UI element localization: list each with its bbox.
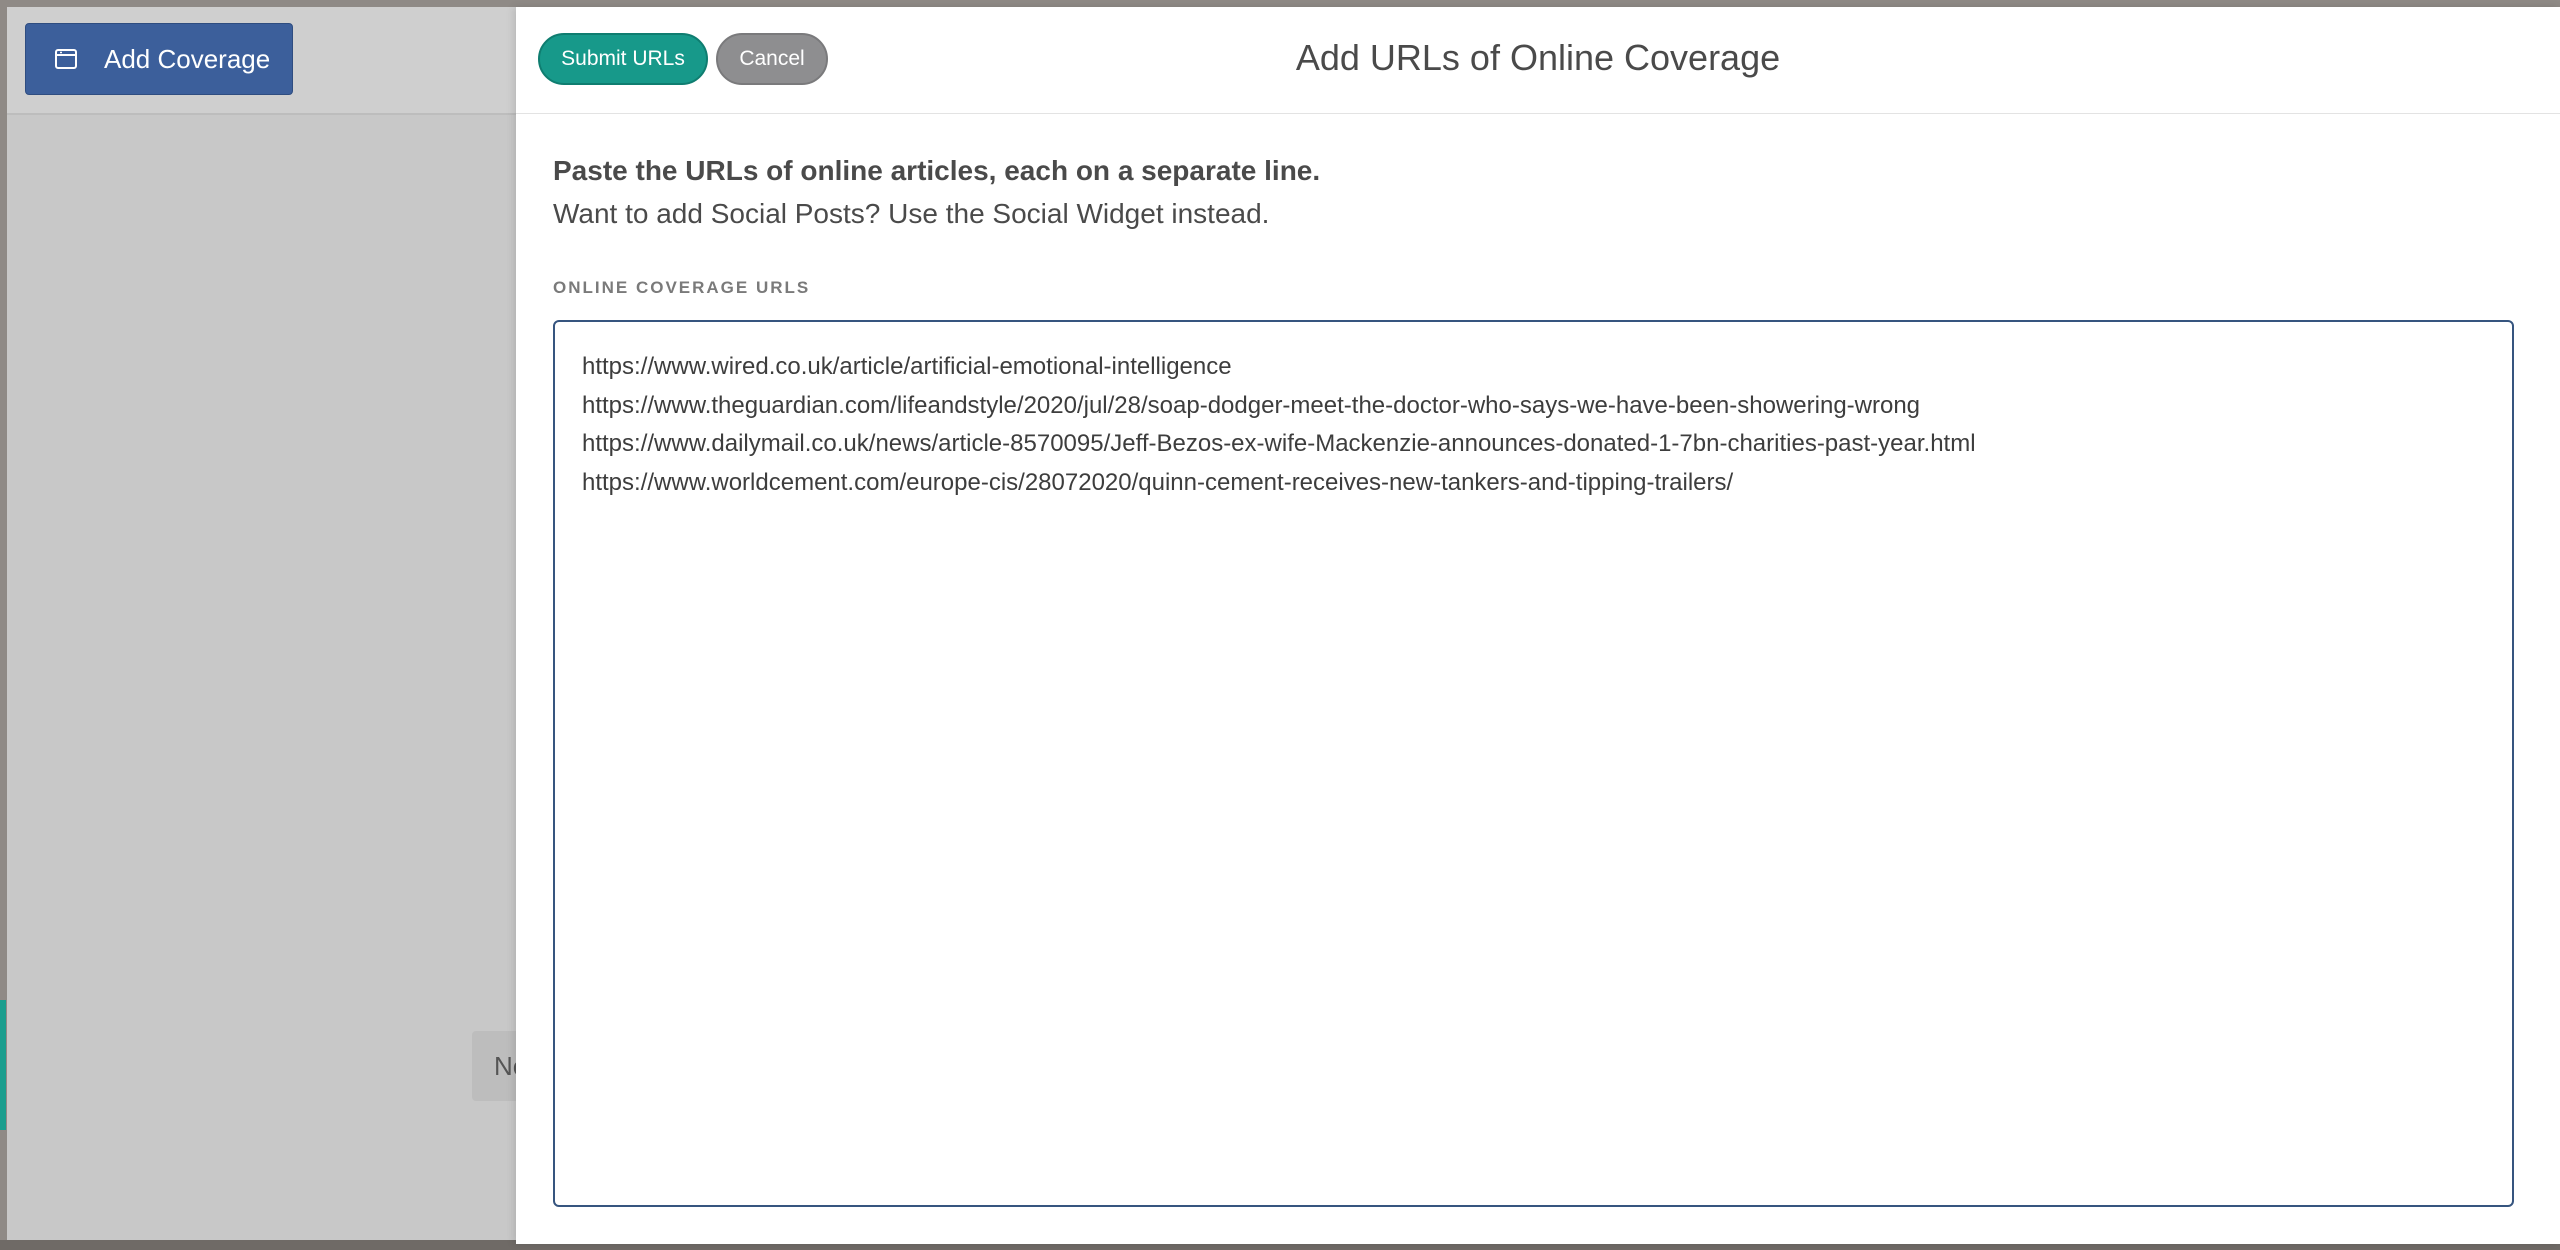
add-urls-modal: Submit URLs Cancel Add URLs of Online Co… bbox=[516, 7, 2560, 1244]
url-line: https://www.worldcement.com/europe-cis/2… bbox=[582, 468, 1734, 496]
online-coverage-urls-label: ONLINE COVERAGE URLS bbox=[553, 278, 811, 297]
url-line: https://www.dailymail.co.uk/news/article… bbox=[582, 430, 1976, 457]
add-coverage-label: Add Coverage bbox=[104, 43, 271, 74]
add-coverage-button[interactable]: Add Coverage bbox=[25, 23, 293, 95]
modal-title-text: Add URLs of Online Coverage bbox=[1295, 37, 1781, 78]
modal-title: Add URLs of Online Coverage bbox=[516, 37, 2560, 79]
url-line: https://www.wired.co.uk/article/artifici… bbox=[582, 353, 1232, 380]
modal-header: Submit URLs Cancel Add URLs of Online Co… bbox=[516, 7, 2560, 114]
calendar-window-icon bbox=[54, 47, 78, 71]
screen: Add Coverage Ne Submit URLs Cancel Add U… bbox=[0, 0, 2560, 1250]
social-posts-hint: Want to add Social Posts? Use the Social… bbox=[553, 198, 1270, 229]
online-coverage-urls-textarea[interactable]: https://www.wired.co.uk/article/artifici… bbox=[553, 320, 2514, 1207]
url-line: https://www.theguardian.com/lifeandstyle… bbox=[582, 391, 1921, 419]
instruction-text: Paste the URLs of online articles, each … bbox=[553, 155, 1321, 186]
background-left-accent bbox=[0, 1000, 6, 1130]
